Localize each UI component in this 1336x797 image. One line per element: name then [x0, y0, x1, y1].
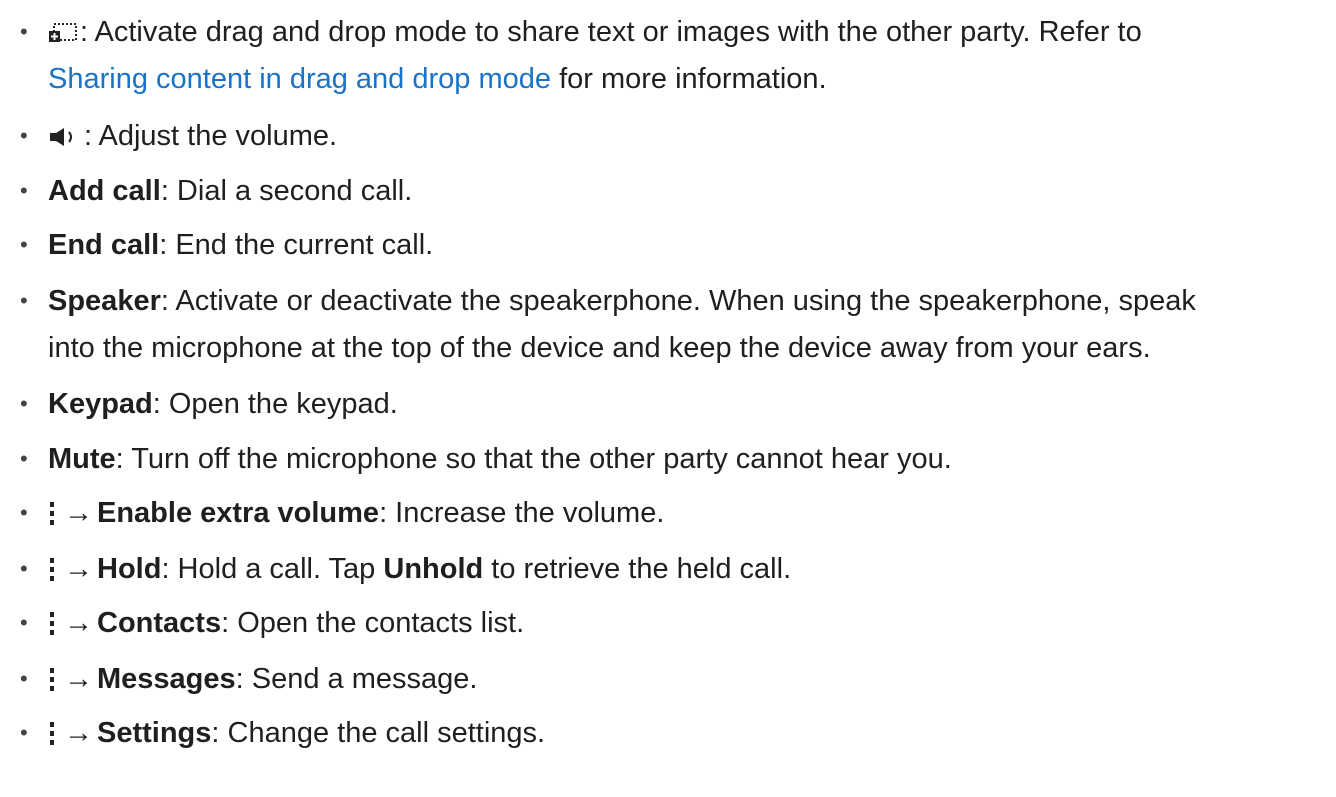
bullet: •: [20, 178, 28, 203]
item-description: : End the current call.: [159, 229, 434, 261]
item-description: : Hold a call. Tap: [161, 553, 376, 585]
bullet: •: [20, 19, 28, 44]
item-label: End call: [48, 229, 160, 261]
item-description-continued: into the microphone at the top of the de…: [48, 332, 1151, 364]
arrow-icon: →: [64, 497, 93, 529]
item-label: Add call: [48, 175, 161, 207]
item-description: : Turn off the microphone so that the ot…: [115, 443, 952, 475]
item-description-continued: to retrieve the held call.: [491, 553, 792, 585]
item-description: : Activate drag and drop mode to share t…: [80, 16, 1142, 48]
arrow-icon: →: [64, 663, 93, 695]
more-options-icon: [48, 557, 56, 583]
bullet: •: [20, 610, 28, 635]
item-description: : Adjust the volume.: [84, 120, 338, 152]
item-description: : Open the keypad.: [152, 388, 398, 420]
item-description: : Increase the volume.: [379, 497, 665, 529]
bullet: •: [20, 446, 28, 471]
item-description: : Dial a second call.: [160, 175, 413, 207]
arrow-icon: →: [64, 607, 93, 639]
item-label: Keypad: [48, 388, 153, 420]
sharing-content-link[interactable]: Sharing content in drag and drop mode: [48, 63, 551, 95]
more-options-icon: [48, 611, 56, 637]
item-description: : Open the contacts list.: [221, 607, 525, 639]
volume-icon: [48, 126, 82, 148]
bullet: •: [20, 232, 28, 257]
bullet: •: [20, 556, 28, 581]
item-description: : Change the call settings.: [211, 717, 546, 749]
item-label: Messages: [97, 663, 236, 695]
item-label: Mute: [48, 443, 116, 475]
bullet: •: [20, 123, 28, 148]
more-options-icon: [48, 501, 56, 527]
item-description: : Send a message.: [235, 663, 478, 695]
bullet: •: [20, 720, 28, 745]
item-description: : Activate or deactivate the speakerphon…: [160, 285, 1196, 317]
more-options-icon: [48, 667, 56, 693]
bullet: •: [20, 500, 28, 525]
item-label: Settings: [97, 717, 212, 749]
bullet: •: [20, 288, 28, 313]
item-label: Contacts: [97, 607, 222, 639]
more-options-icon: [48, 721, 56, 747]
drag-drop-icon: [48, 22, 78, 44]
call-options-list: • : Activate drag and drop mode to share…: [0, 0, 1336, 797]
bullet: •: [20, 666, 28, 691]
bullet: •: [20, 391, 28, 416]
arrow-icon: →: [64, 717, 93, 749]
item-label: Hold: [97, 553, 162, 585]
item-label: Speaker: [48, 285, 161, 317]
arrow-icon: →: [64, 553, 93, 585]
unhold-label: Unhold: [383, 553, 484, 585]
item-description-continued: for more information.: [559, 63, 827, 95]
item-label: Enable extra volume: [97, 497, 380, 529]
